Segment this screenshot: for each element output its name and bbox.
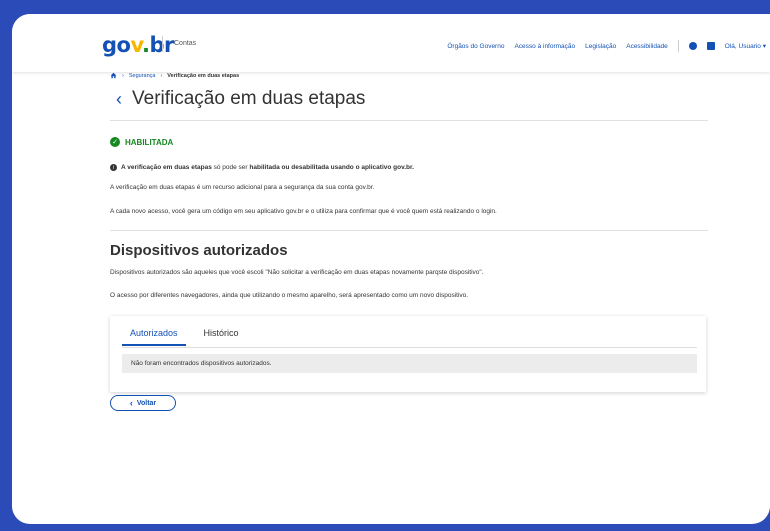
nav-acessibilidade[interactable]: Acessibilidade: [626, 43, 668, 50]
divider: [110, 120, 708, 121]
nav-legislacao[interactable]: Legislação: [585, 43, 616, 50]
home-icon[interactable]: [110, 72, 117, 79]
chevron-left-icon: ‹: [129, 397, 133, 408]
tab-historico[interactable]: Histórico: [196, 324, 247, 346]
nav-orgaos[interactable]: Órgãos do Governo: [447, 43, 504, 50]
nav-acesso-informacao[interactable]: Acesso à informação: [514, 43, 575, 50]
nav-divider: [677, 40, 679, 52]
header: gov.br Contas Órgãos do Governo Acesso à…: [12, 14, 770, 72]
page-title: Verificação em duas etapas: [132, 88, 366, 109]
paragraph-intro: A verificação em duas etapas é um recurs…: [110, 184, 375, 191]
check-circle-icon: ✓: [110, 137, 120, 147]
apps-icon[interactable]: [706, 42, 715, 50]
title-row: ‹ Verificação em duas etapas: [116, 88, 365, 110]
brand-subtitle: Contas: [174, 40, 197, 47]
devices-tabs: Autorizados Histórico: [122, 324, 247, 346]
chevron-down-icon: ▾: [762, 43, 766, 50]
empty-state-row: Não foram encontrados dispositivos autor…: [122, 354, 697, 373]
breadcrumb-seguranca[interactable]: Segurança: [129, 73, 156, 79]
header-divider: [162, 36, 163, 52]
browser-frame: gov.br Contas Órgãos do Governo Acesso à…: [12, 14, 770, 524]
breadcrumb-current: Verificação em duas etapas: [167, 72, 240, 79]
tab-autorizados[interactable]: Autorizados: [122, 324, 186, 346]
devices-section-title: Dispositivos autorizados: [110, 242, 288, 259]
devices-note: O acesso por diferentes navegadores, ain…: [110, 292, 469, 299]
info-icon: i: [110, 164, 117, 171]
paragraph-how-it-works: A cada novo acesso, você gera um código …: [110, 208, 497, 215]
breadcrumb-sep-icon: ›: [160, 72, 163, 79]
status-badge: ✓ HABILITADA: [110, 137, 173, 147]
breadcrumb: › Segurança › Verificação em duas etapas: [110, 72, 239, 79]
breadcrumb-sep-icon: ›: [122, 72, 124, 79]
tabs-divider: [122, 347, 697, 348]
devices-description: Dispositivos autorizados são aqueles que…: [110, 269, 484, 276]
back-button[interactable]: ‹ Voltar: [110, 395, 176, 411]
divider: [110, 230, 708, 231]
govbr-logo[interactable]: gov.br: [102, 35, 174, 56]
info-message: i A verificação em duas etapas só pode s…: [110, 164, 414, 171]
devices-card: Autorizados Histórico Não foram encontra…: [110, 316, 706, 392]
chevron-left-icon[interactable]: ‹: [116, 90, 122, 108]
contrast-icon[interactable]: [688, 42, 697, 50]
user-menu[interactable]: Olá, Usuario ▾: [725, 42, 770, 50]
top-nav: Órgãos do Governo Acesso à informação Le…: [447, 40, 770, 52]
